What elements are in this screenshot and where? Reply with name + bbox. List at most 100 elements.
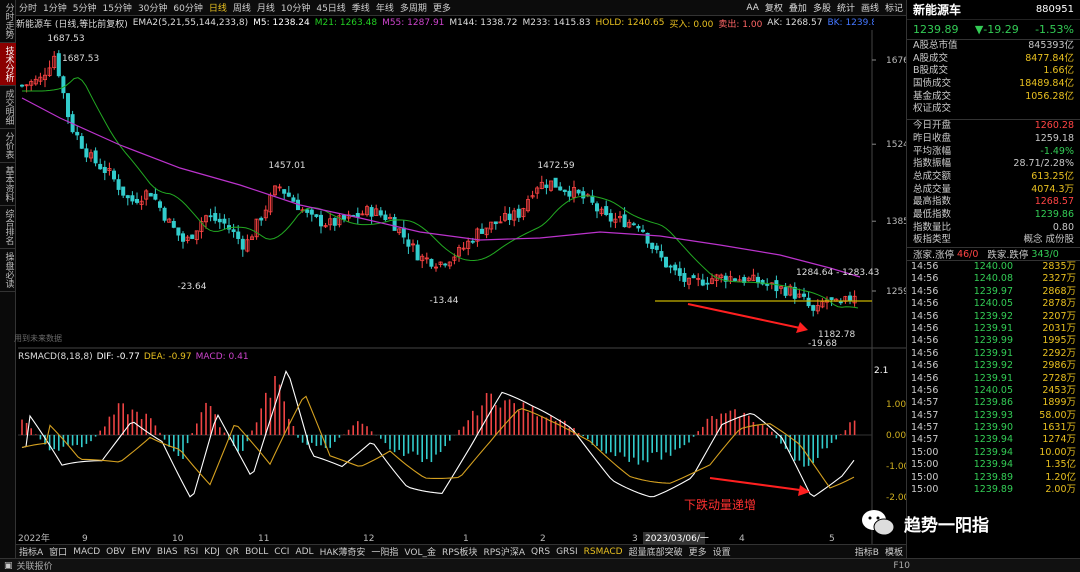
- candle-body: [733, 278, 738, 281]
- candle-body: [682, 273, 687, 282]
- watermark: 趋势一阳指: [860, 503, 1076, 543]
- indicator-tab-15[interactable]: RPS板块: [439, 545, 480, 558]
- stat-row: 指数振幅 28.71/2.28%: [907, 158, 1080, 171]
- stat-label: 板指类型: [913, 234, 952, 246]
- up-value: 46/0: [957, 248, 979, 260]
- indicator-tab-6[interactable]: RSI: [181, 547, 202, 557]
- candle-body: [176, 227, 181, 236]
- candle-body: [231, 229, 236, 233]
- indicator-tab-3[interactable]: OBV: [103, 547, 128, 557]
- indicator-tab-0[interactable]: 指标A: [16, 545, 46, 558]
- indicator-tab-1[interactable]: 窗口: [46, 545, 70, 558]
- dea-line: [21, 395, 855, 489]
- indicator-tab-14[interactable]: VOL_金: [401, 545, 439, 558]
- candle-body: [443, 263, 448, 266]
- status-text[interactable]: 关联报价: [17, 559, 53, 572]
- indicator-tab-16[interactable]: RPS沪深A: [480, 545, 528, 558]
- candle-body: [56, 53, 61, 77]
- candle-body: [148, 193, 153, 197]
- tick-row: 14:56 1239.91 2292万: [907, 348, 1080, 360]
- kline-chart[interactable]: 16761524138512592.11.000.00-1.00-2.00168…: [0, 0, 906, 544]
- indicator-tab-4[interactable]: EMV: [128, 547, 154, 557]
- indicator-tab-11[interactable]: ADL: [292, 547, 316, 557]
- candle-body: [102, 166, 107, 173]
- tick-row: 14:56 1240.00 2835万: [907, 261, 1080, 273]
- indicator-tab-18[interactable]: GRSI: [553, 547, 581, 557]
- tick-row: 15:00 1239.89 2.00万: [907, 484, 1080, 496]
- candle-body: [774, 280, 779, 292]
- indicator-tab-21[interactable]: 更多: [686, 545, 710, 558]
- indicator-tab-7[interactable]: KDJ: [201, 547, 223, 557]
- indicator-right-0[interactable]: 指标B: [852, 545, 882, 558]
- indicator-tab-22[interactable]: 设置: [710, 545, 734, 558]
- indicator-tab-9[interactable]: BOLL: [242, 547, 271, 557]
- stat-label: 权证成交: [913, 103, 952, 115]
- candle-body: [581, 191, 586, 199]
- indicator-tab-10[interactable]: CCI: [271, 547, 292, 557]
- tick-price: 1239.93: [973, 409, 1013, 421]
- candle-body: [134, 198, 139, 203]
- indicator-tab-20[interactable]: 超量底部突破: [626, 545, 686, 558]
- tick-time: 14:56: [911, 360, 939, 372]
- stat-value: 18489.84亿: [1019, 78, 1074, 90]
- stat-value: 1.66亿: [1043, 65, 1074, 77]
- stat-row: 总成交额 613.25亿: [907, 171, 1080, 184]
- stat-value: -1.49%: [1040, 145, 1074, 157]
- tick-list[interactable]: 14:56 1240.00 2835万 14:56 1240.08 2327万 14:56 1…: [907, 261, 1080, 496]
- tick-volume: 2453万: [1042, 384, 1076, 396]
- indicator-tab-8[interactable]: QR: [223, 547, 242, 557]
- candle-body: [190, 234, 195, 239]
- candle-body: [213, 213, 218, 221]
- indicator-tab-12[interactable]: HAK薄奇安: [317, 545, 369, 558]
- indicator-tab-13[interactable]: 一阳指: [368, 545, 401, 558]
- candle-body: [608, 213, 613, 222]
- tick-price: 1239.94: [973, 434, 1013, 446]
- candle-body: [765, 284, 770, 286]
- tick-volume: 2327万: [1042, 273, 1076, 285]
- candle-body: [314, 214, 319, 217]
- tick-price: 1240.00: [973, 261, 1013, 272]
- indicator-tab-2[interactable]: MACD: [70, 547, 103, 557]
- indicator-tab-17[interactable]: QRS: [528, 547, 553, 557]
- price-axis-label: 1385: [886, 217, 906, 227]
- tick-volume: 2031万: [1042, 322, 1076, 334]
- tick-price: 1240.08: [973, 273, 1013, 285]
- market-stats: A股总市值 845393亿 A股成交 8477.84亿 B股成交 1.66亿 国债成交 184…: [907, 40, 1080, 116]
- tick-row: 14:56 1239.91 2728万: [907, 373, 1080, 385]
- price-label: 1284.64 - 1283.43: [796, 268, 879, 278]
- stat-value: 4074.3万: [1031, 183, 1074, 195]
- price-label: -19.68: [808, 339, 837, 349]
- down-value: 343/0: [1031, 248, 1059, 260]
- stat-label: 总成交量: [913, 183, 952, 195]
- f10-button[interactable]: F10: [893, 561, 910, 571]
- indicator-axis-label: 2.1: [874, 366, 888, 376]
- tick-time: 14:56: [911, 335, 939, 347]
- tick-volume: 1.35亿: [1045, 459, 1076, 471]
- candle-body: [705, 282, 710, 285]
- price-label: -23.64: [177, 282, 206, 292]
- indicator-tab-19[interactable]: RSMACD: [581, 547, 626, 557]
- candle-body: [631, 223, 636, 226]
- candle-body: [240, 238, 245, 250]
- indicator-tab-5[interactable]: BIAS: [154, 547, 181, 557]
- tick-time: 14:56: [911, 384, 939, 396]
- candle-body: [171, 220, 176, 228]
- stat-label: 最高指数: [913, 196, 952, 208]
- ema55-line: [21, 97, 861, 278]
- tick-row: 14:56 1239.92 2207万: [907, 311, 1080, 323]
- candle-body: [121, 186, 126, 196]
- stat-value: 1056.28亿: [1025, 90, 1074, 102]
- x-axis-label: 2: [540, 534, 546, 544]
- stat-row: 板指类型 概念 成份股: [907, 234, 1080, 247]
- candle-body: [756, 276, 761, 284]
- candle-body: [305, 209, 310, 213]
- stat-label: A股成交: [913, 52, 948, 64]
- candle-body: [383, 214, 388, 221]
- indicator-right-1[interactable]: 模板: [882, 545, 906, 558]
- tick-time: 14:56: [911, 285, 939, 297]
- tick-volume: 10.00万: [1039, 446, 1076, 458]
- candle-body: [553, 177, 558, 188]
- stat-label: A股总市值: [913, 40, 958, 51]
- stock-code: 880951: [1035, 4, 1074, 15]
- tick-time: 14:56: [911, 273, 939, 285]
